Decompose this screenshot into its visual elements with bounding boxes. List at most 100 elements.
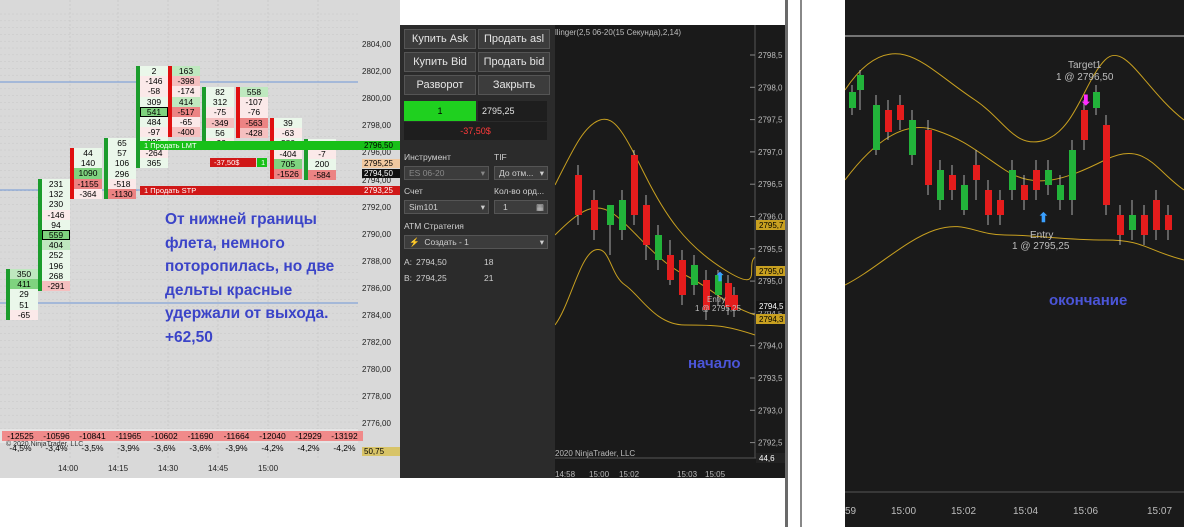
price-tick-label: 2786,00 (362, 283, 391, 293)
delta-cell: 705 (274, 158, 302, 169)
pnl-box: -37,50$ (404, 122, 547, 140)
candle-body (1165, 215, 1172, 230)
time-tick-label: 14:58 (555, 470, 576, 478)
window-divider (800, 0, 802, 527)
annotation-line: дельты красные (165, 281, 293, 299)
price-tick-label: 2792,00 (362, 202, 391, 212)
price-chart-start[interactable]: llinger(2,5 06-20(15 Секунда),2,14) 2798,… (554, 25, 785, 479)
delta-cell: 230 (42, 199, 70, 210)
candle-body (897, 105, 904, 120)
position-pnl-label: -37,50$ (214, 158, 240, 167)
sell-lmt-label: 1 Продать LMT (144, 141, 197, 150)
chart-trader-panel: Купить Ask Продать asl Купить Bid Продат… (400, 25, 555, 478)
footprint-bar[interactable]: 231 132 230 -146 94 559 404 252 196 268 -291 (38, 179, 70, 292)
position-qty-box: 1 (404, 101, 476, 121)
sell-bid-button[interactable]: Продать bid (478, 52, 550, 72)
instrument-select[interactable]: ES 06-20 ▾ (404, 166, 489, 180)
stp-price-tag: 2793,25 (362, 186, 400, 195)
delta-cell: 29 (10, 289, 38, 300)
time-tick-label: 15:02 (619, 470, 640, 478)
position-qty-label: 1 (261, 158, 266, 167)
sell-ask-button[interactable]: Продать asl (478, 29, 550, 49)
delta-cell: 82 (206, 87, 234, 98)
account-select[interactable]: Sim101 ▾ (404, 200, 489, 214)
last-price-tag: 2794,50 (362, 169, 400, 178)
delta-cell: -398 (172, 76, 200, 87)
footprint-bar[interactable]: 558 -107 -76 -563 -428 (236, 87, 268, 138)
price-chart-end[interactable]: 59 15:00 15:02 15:04 15:06 15:07 ⬆ Entry 1 @ 279… (844, 0, 1184, 527)
delta-cell: -349 (206, 117, 234, 128)
candle-body (873, 105, 880, 150)
footprint-bar[interactable]: 82312-75-34956-99 (202, 87, 234, 149)
atm-select[interactable]: ⚡ Создать - 1 ▾ (404, 235, 548, 249)
footprint-bar[interactable]: 2-146-58309541484-97296-264365 (136, 66, 168, 168)
chevron-down-icon: ▾ (539, 237, 544, 247)
candle-body (1117, 215, 1124, 235)
annotation-line: От нижней границы (165, 211, 317, 228)
candle-body (857, 75, 864, 90)
qty-label: Кол-во орд... (494, 186, 545, 196)
sell-stp-order-line[interactable]: 1 Продать STP (140, 186, 365, 195)
bollinger-upper-band (844, 53, 1184, 143)
delta-cell: -404 (274, 148, 302, 159)
price-tick-label: 2797,5 (758, 116, 783, 125)
bid-label: B: (404, 273, 413, 283)
delta-cell: 350 (10, 269, 38, 280)
footprint-bar[interactable]: 65 57 106 296 -518 -1130 (104, 138, 136, 200)
delta-cell: 196 (42, 260, 70, 271)
candle-body (643, 205, 650, 245)
close-button[interactable]: Закрыть (478, 75, 550, 95)
price-tag-label: 2794,5 (759, 302, 784, 311)
annotation-line: удержали от выхода. (165, 305, 329, 322)
buy-ask-button[interactable]: Купить Ask (404, 29, 476, 49)
candle-body (885, 110, 892, 132)
position-pnl-tag[interactable]: -37,50$ (210, 158, 256, 167)
delta-cell: 231 (42, 179, 70, 190)
delta-cell: -291 (42, 280, 70, 292)
delta-cell: 296 (108, 168, 136, 179)
sell-lmt-order-line[interactable]: 1 Продать LMT (140, 141, 365, 150)
delta-cell: 57 (108, 148, 136, 159)
delta-cell: 365 (140, 157, 168, 168)
price-tag-label: 2795,0 (759, 267, 784, 276)
delta-cell: 132 (42, 189, 70, 200)
candle-body (973, 165, 980, 180)
delta-cell: 140 (74, 158, 102, 169)
footprint-bar[interactable]: 350 411 29 51 -65 (6, 269, 38, 320)
chart-title: llinger(2,5 06-20(15 Секунда),2,14) (555, 28, 681, 37)
annotation-line: +62,50 (165, 328, 213, 346)
chart-start-label: начало (688, 355, 741, 372)
qty-stepper[interactable]: 1 ▦ (494, 200, 548, 214)
delta-cell: 558 (240, 87, 268, 98)
lmt-price-tag: 2796,50 (362, 141, 400, 150)
footprint-bar[interactable]: 163 -398 -174 414 -517 -65 -400 (168, 66, 200, 138)
tif-select[interactable]: До отм... ▾ (494, 166, 548, 180)
reverse-button[interactable]: Разворот (404, 75, 476, 95)
ask-price: 2794,50 (416, 257, 447, 267)
delta-cell: -7 (308, 149, 336, 160)
price-tick-label: 2788,00 (362, 256, 391, 266)
candle-body (575, 175, 582, 215)
delta-cell: 541 (140, 106, 168, 117)
time-tick-label: 15:03 (677, 470, 698, 478)
delta-cell: 404 (42, 240, 70, 251)
price-tick-label: 2793,5 (758, 374, 783, 383)
footprint-chart[interactable]: 350 411 29 51 -65 231 132 230 -146 94 559 404 252 196… (0, 0, 400, 478)
delta-cell: -563 (240, 117, 268, 128)
position-qty-tag[interactable]: 1 (257, 158, 267, 167)
buy-bid-button[interactable]: Купить Bid (404, 52, 476, 72)
candle-body (1021, 185, 1028, 200)
bid-price: 2794,25 (416, 273, 447, 283)
delta-cell: 309 (140, 96, 168, 107)
sell-stp-label: 1 Продать STP (144, 186, 197, 195)
price-tick-label: 2802,00 (362, 67, 391, 77)
candle-body (667, 255, 674, 280)
delta-cell: -584 (308, 169, 336, 180)
calculator-icon[interactable]: ▦ (536, 201, 544, 213)
delta-cell: 65 (108, 138, 136, 149)
entry-detail: 1 @ 2795,25 (695, 304, 741, 313)
delta-cell: -364 (74, 188, 102, 199)
delta-cell: 411 (10, 279, 38, 290)
delta-cell: 56 (206, 127, 234, 138)
footprint-bar[interactable]: 44 140 1090 -1155 -364 (70, 148, 102, 199)
